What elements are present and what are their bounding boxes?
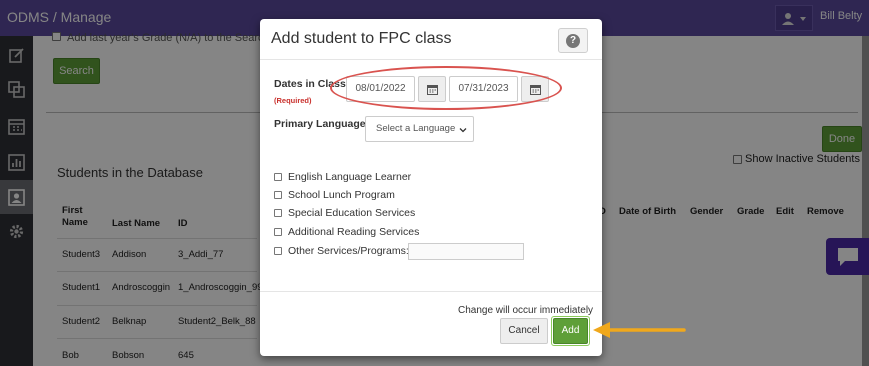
special-ed-label: Special Education Services (288, 207, 416, 219)
lunch-checkbox[interactable] (274, 191, 282, 199)
reading-label: Additional Reading Services (288, 226, 420, 238)
checkbox-row-lunch[interactable]: School Lunch Program (274, 189, 395, 201)
language-select[interactable]: Select a Language (365, 116, 474, 142)
other-checkbox[interactable] (274, 247, 282, 255)
question-icon: ? (566, 33, 580, 48)
cancel-button[interactable]: Cancel (500, 318, 548, 344)
special-ed-checkbox[interactable] (274, 209, 282, 217)
primary-language-label: Primary Language (274, 118, 366, 130)
arrow-left-icon (593, 322, 686, 338)
modal-title: Add student to FPC class (271, 30, 452, 47)
other-label: Other Services/Programs: (288, 245, 409, 257)
reading-checkbox[interactable] (274, 228, 282, 236)
add-button[interactable]: Add (553, 318, 588, 344)
ell-label: English Language Learner (288, 171, 412, 183)
modal-header: Add student to FPC class ? (260, 19, 602, 60)
checkbox-row-special-ed[interactable]: Special Education Services (274, 207, 415, 219)
checkbox-row-other[interactable]: Other Services/Programs: (274, 245, 409, 257)
checkbox-row-reading[interactable]: Additional Reading Services (274, 226, 419, 238)
lunch-label: School Lunch Program (288, 189, 395, 201)
other-services-input[interactable] (408, 243, 524, 260)
required-label: (Required) (274, 96, 312, 105)
dates-highlight-ellipse (330, 66, 562, 110)
chevron-down-icon (459, 128, 467, 133)
language-select-value: Select a Language (376, 123, 456, 134)
checkbox-row-ell[interactable]: English Language Learner (274, 171, 411, 183)
modal-footer-divider (260, 291, 602, 292)
change-note: Change will occur immediately (458, 305, 594, 316)
help-button[interactable]: ? (558, 28, 588, 53)
ell-checkbox[interactable] (274, 173, 282, 181)
